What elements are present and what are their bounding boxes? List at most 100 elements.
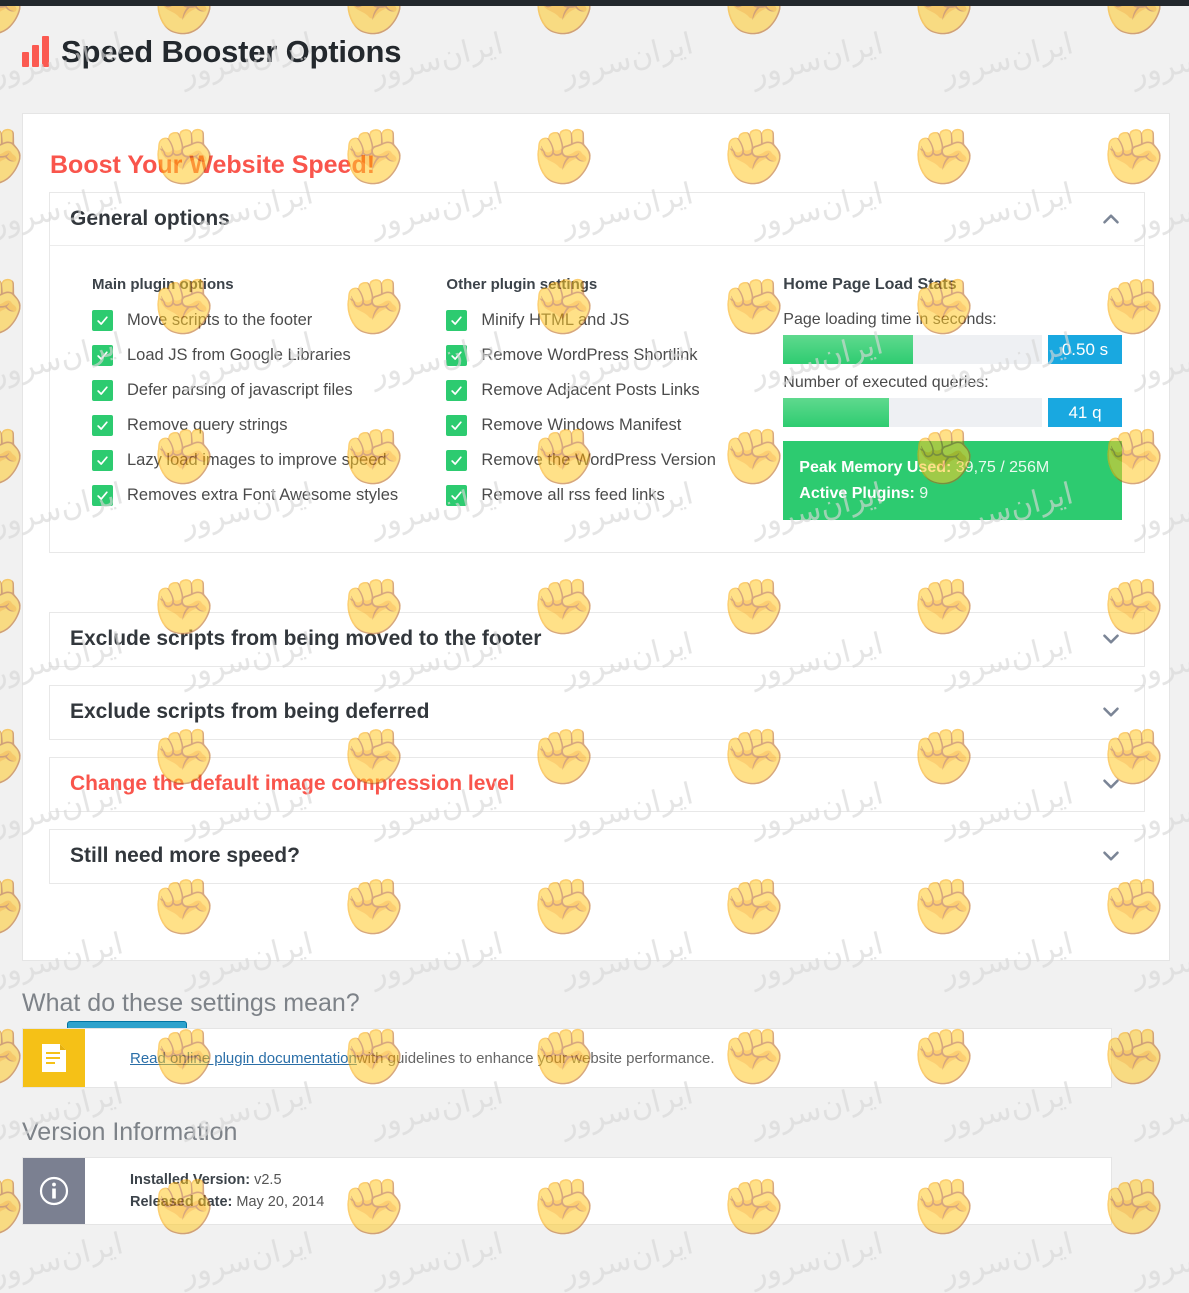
active-plugins-row: Active Plugins: 9 [799,481,1106,507]
wp-admin-bar [0,0,1189,6]
checkbox-checked-icon[interactable] [446,380,468,401]
other-plugin-settings-heading: Other plugin settings [446,276,598,293]
other-plugin-settings-list: Minify HTML and JS Remove WordPress Short… [446,310,779,506]
chevron-down-icon[interactable] [1098,771,1124,797]
option-label: Defer parsing of javascript files [127,381,353,399]
option-label: Remove all rss feed links [481,486,665,504]
checkbox-checked-icon[interactable] [446,450,468,471]
option-row[interactable]: Remove the WordPress Version [446,450,779,471]
accordion-title: Exclude scripts from being moved to the … [70,627,542,650]
stat-bar-group: Page loading time in seconds: 0.50 s [783,311,1122,364]
option-row[interactable]: Lazy load images to improve speed [92,450,446,471]
accordion-section-collapsed: Exclude scripts from being deferred [49,685,1145,740]
stat-bar-row: 41 q [783,398,1122,427]
accordion-title: Exclude scripts from being deferred [70,700,430,723]
checkbox-checked-icon[interactable] [446,310,468,331]
accordion-header[interactable]: Change the default image compression lev… [50,758,1144,811]
checkbox-checked-icon[interactable] [92,415,113,436]
checkbox-checked-icon[interactable] [446,345,468,366]
accordion-header[interactable]: Still need more speed? [50,830,1144,883]
stat-bar-label: Page loading time in seconds: [783,311,997,328]
accordion-section-collapsed: Change the default image compression lev… [49,757,1145,812]
stat-bar-value: 0.50 s [1048,335,1122,364]
stat-bar-fill [783,398,890,427]
active-plugins-value: 9 [919,484,929,502]
documentation-text: Read online plugin documentation with gu… [85,1029,1111,1087]
installed-version-row: Installed Version: v2.5 [130,1169,1111,1191]
accordion-header-general[interactable]: General options [50,193,1144,246]
released-date-label: Released date: [130,1194,233,1210]
accordion-header[interactable]: Exclude scripts from being moved to the … [50,613,1144,666]
version-information-card: Installed Version: v2.5 Released date: M… [22,1157,1112,1225]
version-information-title: Version Information [22,1118,238,1146]
stat-bar-group: Number of executed queries: 41 q [783,374,1122,427]
accordion-title: Change the default image compression lev… [70,772,515,795]
released-date-row: Released date: May 20, 2014 [130,1191,1111,1213]
option-row[interactable]: Move scripts to the footer [92,310,446,331]
peak-memory-row: Peak Memory Used: 39,75 / 256M [799,455,1106,481]
peak-memory-label: Peak Memory Used: [799,459,952,476]
stat-bar-track [783,398,1042,427]
checkbox-checked-icon[interactable] [92,450,113,471]
stat-bar-track [783,335,1042,364]
option-label: Remove Adjacent Posts Links [481,381,700,399]
option-row[interactable]: Remove Adjacent Posts Links [446,380,779,401]
option-label: Lazy load images to improve speed [127,451,387,469]
document-icon [23,1029,85,1087]
accordion-section-collapsed: Still need more speed? [49,829,1145,884]
option-row[interactable]: Removes extra Font Awesome styles [92,485,446,506]
boost-heading: Boost Your Website Speed! [50,151,376,179]
info-icon [23,1158,85,1224]
option-row[interactable]: Minify HTML and JS [446,310,779,331]
checkbox-checked-icon[interactable] [92,380,113,401]
accordion-title: Still need more speed? [70,844,300,867]
installed-version-label: Installed Version: [130,1171,251,1188]
stats-bars: Page loading time in seconds: 0.50 s Numbe… [783,311,1122,427]
main-plugin-options-heading: Main plugin options [92,276,234,293]
option-row[interactable]: Remove query strings [92,415,446,436]
stats-heading: Home Page Load Stats [783,276,957,293]
version-details: Installed Version: v2.5 Released date: M… [85,1158,1111,1224]
option-label: Move scripts to the footer [127,311,313,329]
accordion-section-general: General options Main plugin options Move… [49,192,1145,554]
checkbox-checked-icon[interactable] [92,345,113,366]
stat-bar-label: Number of executed queries: [783,374,989,391]
option-label: Removes extra Font Awesome styles [127,486,399,504]
checkbox-checked-icon[interactable] [446,485,468,506]
documentation-rest-text: with guidelines to enhance your website … [356,1049,715,1067]
option-label: Remove query strings [127,416,288,434]
bar-chart-icon [22,36,49,67]
chevron-down-icon[interactable] [1098,699,1124,725]
chevron-up-icon[interactable] [1098,206,1124,232]
option-row[interactable]: Remove WordPress Shortlink [446,345,779,366]
option-row[interactable]: Remove all rss feed links [446,485,779,506]
option-label: Minify HTML and JS [481,311,630,329]
option-row[interactable]: Load JS from Google Libraries [92,345,446,366]
stat-bar-fill [783,335,913,364]
checkbox-checked-icon[interactable] [92,310,113,331]
main-plugin-options-column: Main plugin options Move scripts to the … [72,276,446,520]
option-label: Remove WordPress Shortlink [481,346,698,364]
chevron-down-icon[interactable] [1098,626,1124,652]
stat-bar-value: 41 q [1048,398,1122,427]
option-label: Remove Windows Manifest [481,416,682,434]
memory-info-box: Peak Memory Used: 39,75 / 256M Active Pl… [783,441,1122,521]
page-header: Speed Booster Options [22,34,401,70]
accordion-header[interactable]: Exclude scripts from being deferred [50,686,1144,739]
active-plugins-label: Active Plugins: [799,484,915,502]
general-options-body: Main plugin options Move scripts to the … [50,246,1144,552]
installed-version-value: v2.5 [254,1171,282,1188]
page-title: Speed Booster Options [61,34,402,69]
home-page-load-stats-column: Home Page Load Stats Page loading time i… [779,276,1122,521]
checkbox-checked-icon[interactable] [446,415,468,436]
documentation-card: Read online plugin documentation with gu… [22,1028,1112,1088]
other-plugin-settings-column: Other plugin settings Minify HTML and JS… [446,276,779,520]
chevron-down-icon[interactable] [1098,843,1124,869]
accordion-title-general: General options [70,207,230,230]
option-row[interactable]: Defer parsing of javascript files [92,380,446,401]
option-label: Remove the WordPress Version [481,451,716,469]
documentation-link[interactable]: Read online plugin documentation [130,1050,357,1067]
option-row[interactable]: Remove Windows Manifest [446,415,779,436]
checkbox-checked-icon[interactable] [92,485,113,506]
option-label: Load JS from Google Libraries [127,346,351,364]
